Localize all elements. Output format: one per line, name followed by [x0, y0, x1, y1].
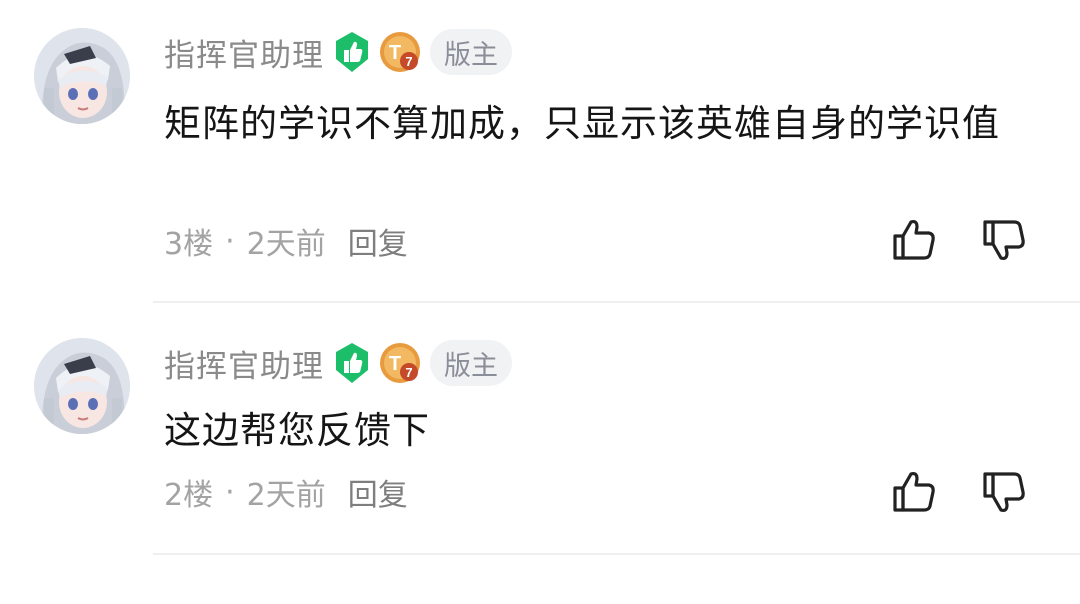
- comment-meta: 3楼 · 2天前 回复: [164, 219, 408, 263]
- thumbs-up-icon[interactable]: [890, 468, 938, 516]
- meta-separator: ·: [225, 474, 235, 510]
- avatar-image: [34, 28, 130, 124]
- comment-text: 这边帮您反馈下: [164, 409, 430, 452]
- comment-meta: 2楼 · 2天前 回复: [164, 470, 408, 514]
- level-badge-letter: T: [389, 353, 401, 375]
- floor-number: 2楼: [164, 478, 214, 513]
- thumbs-up-badge-icon: [336, 343, 368, 383]
- comment-text: 矩阵的学识不算加成，只显示该英雄自身的学识值: [164, 102, 1000, 145]
- level-badge-icon: T 7: [380, 32, 420, 72]
- level-badge-number: 7: [405, 365, 412, 380]
- avatar-image: [34, 338, 130, 434]
- thumbs-down-icon[interactable]: [980, 216, 1028, 264]
- avatar[interactable]: [34, 338, 130, 434]
- role-tag: 版主: [430, 340, 512, 386]
- level-badge-letter: T: [389, 42, 401, 64]
- reply-button[interactable]: 回复: [348, 219, 408, 263]
- username[interactable]: 指挥官助理: [164, 30, 324, 75]
- divider: [153, 301, 1080, 303]
- thumbs-down-icon[interactable]: [980, 468, 1028, 516]
- timestamp: 2天前: [246, 227, 326, 262]
- comment-header: 指挥官助理 T 7 版主: [164, 337, 512, 389]
- username[interactable]: 指挥官助理: [164, 341, 324, 386]
- thumbs-up-icon[interactable]: [890, 216, 938, 264]
- timestamp: 2天前: [246, 478, 326, 513]
- divider: [153, 553, 1080, 555]
- comment-header: 指挥官助理 T 7 版主: [164, 26, 512, 78]
- role-tag: 版主: [430, 29, 512, 75]
- level-badge-number: 7: [405, 54, 412, 69]
- floor-number: 3楼: [164, 227, 214, 262]
- level-badge-icon: T 7: [380, 343, 420, 383]
- thumbs-up-badge-icon: [336, 32, 368, 72]
- reply-button[interactable]: 回复: [348, 470, 408, 514]
- meta-separator: ·: [225, 223, 235, 259]
- avatar[interactable]: [34, 28, 130, 124]
